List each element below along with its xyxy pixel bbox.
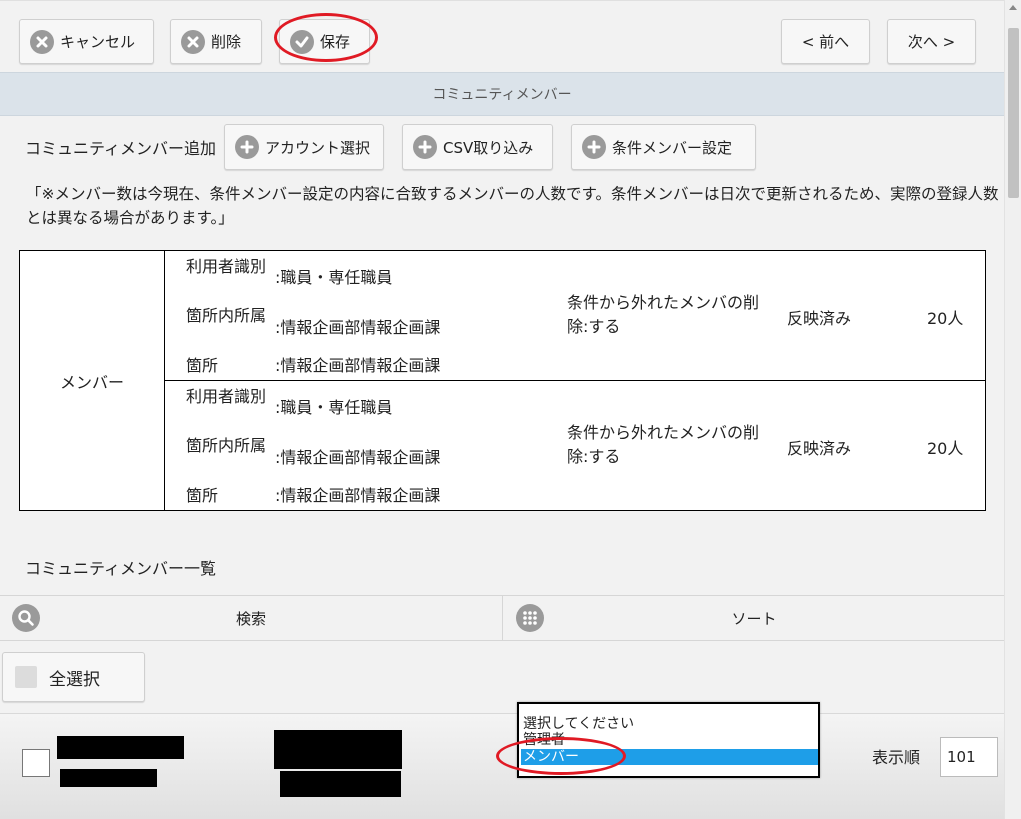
field-label: 箇所 <box>186 356 219 375</box>
redacted-block <box>274 730 402 769</box>
dropdown-option[interactable]: 選択してください <box>521 716 818 732</box>
redacted-block <box>60 769 157 787</box>
plus-icon <box>582 135 606 159</box>
plus-icon <box>413 135 437 159</box>
save-button-label: 保存 <box>320 33 351 51</box>
search-sort-bar: 検索 ソート <box>0 595 1004 641</box>
dropdown-option-selected[interactable]: メンバー <box>521 749 818 765</box>
condition-row: 利用者識別 :職員・専任職員 箇所内所属 :情報企画部情報企画課 箇所 :情報企… <box>165 381 985 510</box>
member-row-checkbox[interactable] <box>22 749 50 777</box>
condition-row: 利用者識別 :職員・専任職員 箇所内所属 :情報企画部情報企画課 箇所 :情報企… <box>165 251 985 381</box>
vertical-scrollbar[interactable] <box>1004 0 1021 819</box>
field-label: 箇所 <box>186 486 219 505</box>
member-count: 20人 <box>927 309 964 328</box>
field-label: 箇所内所属 <box>186 306 267 325</box>
delete-button[interactable]: 削除 <box>170 19 262 64</box>
account-select-label: アカウント選択 <box>265 138 371 157</box>
select-all-label: 全選択 <box>49 669 100 690</box>
status-text: 反映済み <box>787 309 852 328</box>
sort-toggle[interactable]: ソート <box>504 596 1004 640</box>
field-label: 利用者識別 <box>186 257 267 276</box>
display-order-input[interactable] <box>940 737 998 777</box>
field-label: 利用者識別 <box>186 387 267 406</box>
field-value: :情報企画部情報企画課 <box>275 486 441 505</box>
search-toggle[interactable]: 検索 <box>0 596 503 640</box>
close-icon <box>30 29 54 54</box>
scroll-up-arrow-icon[interactable] <box>1009 5 1017 10</box>
search-label: 検索 <box>235 610 266 628</box>
csv-import-label: CSV取り込み <box>443 138 534 157</box>
condition-remove-setting: 条件から外れたメンバの削除:する <box>567 293 760 336</box>
sort-label: ソート <box>731 610 777 628</box>
dropdown-option[interactable]: 管理者 <box>521 732 818 748</box>
select-all-button[interactable]: 全選択 <box>2 652 145 702</box>
member-group-label: メンバー <box>20 251 165 510</box>
cancel-button[interactable]: キャンセル <box>19 19 154 64</box>
account-select-button[interactable]: アカウント選択 <box>224 124 384 170</box>
member-condition-table: メンバー 利用者識別 :職員・専任職員 箇所内所属 :情報企画部情報企画課 箇所… <box>19 250 986 511</box>
field-value: :職員・専任職員 <box>275 268 393 287</box>
next-button-label: 次へ > <box>907 33 956 51</box>
next-button[interactable]: 次へ > <box>887 19 976 64</box>
member-row <box>0 713 1004 819</box>
checkmark-icon <box>290 29 314 54</box>
plus-icon <box>235 135 259 159</box>
field-label: 箇所内所属 <box>186 436 267 455</box>
close-icon <box>181 29 205 54</box>
save-button[interactable]: 保存 <box>279 19 370 64</box>
member-count: 20人 <box>927 439 964 458</box>
redacted-block <box>280 771 401 797</box>
scrollbar-thumb[interactable] <box>1008 28 1019 198</box>
member-list-title: コミュニティメンバー一覧 <box>25 559 217 578</box>
status-text: 反映済み <box>787 439 852 458</box>
add-member-label: コミュニティメンバー追加 <box>25 139 217 158</box>
field-value: :情報企画部情報企画課 <box>275 448 441 467</box>
member-count-note: 「※メンバー数は今現在、条件メンバー設定の内容に合致するメンバーの人数です。条件… <box>26 185 999 227</box>
select-all-checkbox <box>15 666 37 688</box>
field-value: :情報企画部情報企画課 <box>275 356 441 375</box>
display-order-label: 表示順 <box>872 748 921 767</box>
field-value: :情報企画部情報企画課 <box>275 318 441 337</box>
field-value: :職員・専任職員 <box>275 398 393 417</box>
community-member-edit-page: キャンセル 削除 保存 < 前へ 次へ > コミュニティメンバー コミュニティメ… <box>0 0 1004 819</box>
prev-button-label: < 前へ <box>801 33 850 51</box>
prev-button[interactable]: < 前へ <box>781 19 870 64</box>
condition-remove-setting: 条件から外れたメンバの削除:する <box>567 423 760 466</box>
delete-button-label: 削除 <box>211 33 242 51</box>
condition-member-label: 条件メンバー設定 <box>612 138 733 157</box>
section-title: コミュニティメンバー <box>0 72 1004 116</box>
cancel-button-label: キャンセル <box>60 33 136 51</box>
condition-member-button[interactable]: 条件メンバー設定 <box>571 124 756 170</box>
toolbar: キャンセル 削除 保存 < 前へ 次へ > <box>0 0 1004 72</box>
redacted-block <box>57 736 184 759</box>
role-select-dropdown[interactable]: 選択してください 管理者 メンバー <box>517 702 820 778</box>
csv-import-button[interactable]: CSV取り込み <box>402 124 553 170</box>
